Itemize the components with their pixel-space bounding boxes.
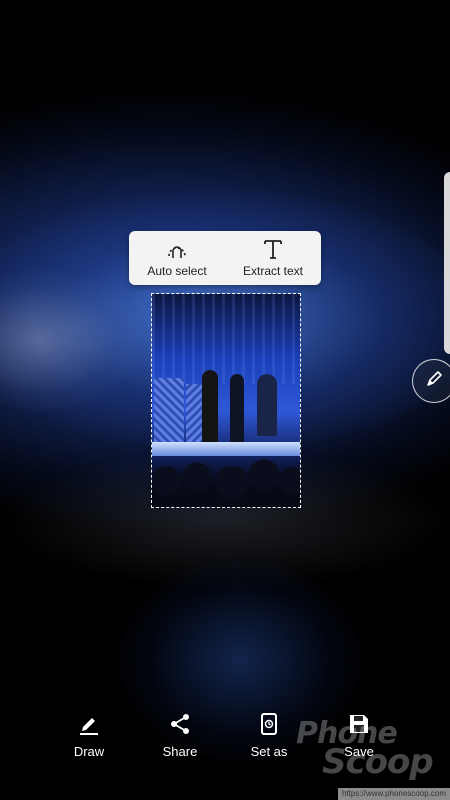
selection-frame[interactable]: [151, 293, 301, 508]
credit-text: https://www.phonescoop.com: [337, 788, 450, 800]
phonescoop-watermark: Phone Scoop: [296, 716, 446, 782]
auto-select-icon: [165, 238, 189, 260]
set-as-icon: [257, 712, 281, 736]
share-icon: [168, 712, 192, 736]
draw-button[interactable]: Draw: [49, 712, 129, 759]
extract-text-button[interactable]: Extract text: [225, 231, 321, 285]
selection-options-popup: Auto select Extract text: [129, 231, 321, 285]
pen-icon: [424, 369, 444, 394]
edge-panel-handle[interactable]: [444, 172, 450, 354]
share-label: Share: [162, 744, 198, 759]
auto-select-label: Auto select: [147, 264, 207, 278]
set-as-label: Set as: [250, 744, 288, 759]
watermark-line-2: Scoop: [322, 742, 434, 782]
share-button[interactable]: Share: [140, 712, 220, 759]
extract-text-label: Extract text: [242, 264, 304, 278]
concert-photo: [152, 294, 300, 507]
text-t-icon: [262, 238, 284, 260]
auto-select-button[interactable]: Auto select: [129, 231, 225, 285]
pen-button[interactable]: [412, 359, 450, 403]
draw-label: Draw: [73, 744, 105, 759]
pencil-icon: [77, 712, 101, 736]
